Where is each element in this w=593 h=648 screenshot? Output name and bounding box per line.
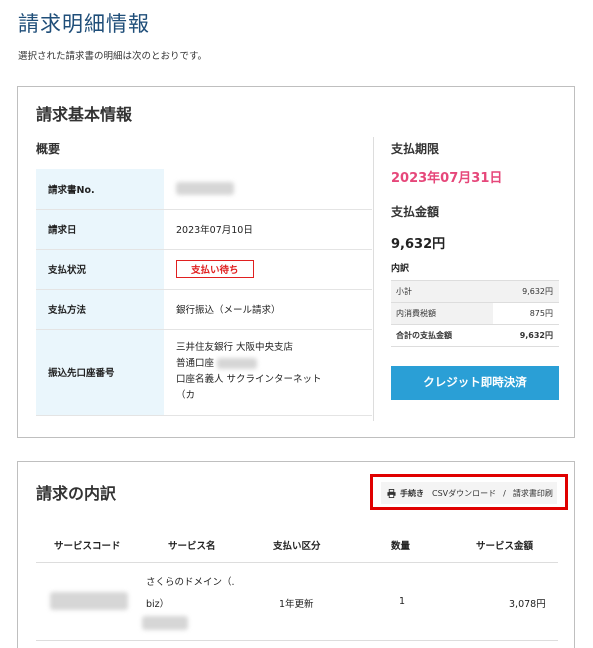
header-divider (36, 562, 558, 563)
credit-payment-button[interactable]: クレジット即時決済 (391, 366, 559, 400)
procedure-highlight: 手続き CSVダウンロード / 請求書印刷 (370, 474, 568, 510)
link-separator: / (503, 488, 506, 498)
redacted-service-detail (142, 616, 188, 630)
status-badge: 支払い待ち (176, 260, 254, 278)
breakdown-table: 小計 9,632円 内消費税額 875円 合計の支払金額 9,632円 (391, 280, 559, 347)
page-description: 選択された請求書の明細は次のとおりです。 (18, 51, 208, 62)
service-payment-type: 1年更新 (279, 599, 314, 610)
col-payment-type: 支払い区分 (273, 541, 321, 552)
payment-method-label: 支払方法 (36, 289, 164, 330)
total-value: 9,632円 (493, 324, 559, 347)
table-row: 請求書No. (36, 169, 372, 210)
service-amount: 3,078円 (509, 599, 546, 610)
tax-label: 内消費税額 (391, 302, 494, 325)
bank-account-label: 振込先口座番号 (36, 329, 164, 416)
col-service-amount: サービス金額 (476, 541, 534, 552)
table-row: 請求日 2023年07月10日 (36, 209, 372, 250)
payment-method-value: 銀行振込（メール請求） (164, 289, 372, 330)
table-row: 支払方法 銀行振込（メール請求） (36, 289, 372, 330)
procedure-bar: 手続き CSVダウンロード / 請求書印刷 (381, 482, 557, 504)
invoice-date-value: 2023年07月10日 (164, 209, 372, 250)
row-divider (36, 640, 558, 641)
invoice-date-label: 請求日 (36, 209, 164, 250)
tax-value: 875円 (493, 302, 559, 325)
breakdown-heading: 内訳 (391, 264, 410, 274)
billing-basic-card: 請求基本情報 概要 請求書No. 請求日 2023年07月10日 支払状況 支払… (17, 86, 575, 438)
details-title: 請求の内訳 (36, 484, 117, 503)
due-date: 2023年07月31日 (391, 171, 503, 186)
table-row: 内消費税額 875円 (391, 302, 559, 325)
service-quantity: 1 (399, 596, 406, 607)
csv-download-link[interactable]: CSVダウンロード (432, 488, 496, 499)
basic-info-title: 請求基本情報 (36, 105, 133, 124)
subtotal-label: 小計 (391, 280, 494, 303)
subtotal-value: 9,632円 (493, 280, 559, 303)
invoice-no-value (164, 169, 372, 210)
table-row: 支払状況 支払い待ち (36, 249, 372, 290)
bank-account-value: 三井住友銀行 大阪中央支店 普通口座 口座名義人 サクラインターネット （カ (164, 329, 372, 416)
due-heading: 支払期限 (391, 142, 440, 156)
account-holder: 口座名義人 サクラインターネット (176, 374, 322, 385)
billing-info-table: 請求書No. 請求日 2023年07月10日 支払状況 支払い待ち 支払方法 銀… (36, 169, 372, 416)
amount-heading: 支払金額 (391, 205, 440, 219)
page-title: 請求明細情報 (18, 12, 150, 36)
account-type: 普通口座 (176, 358, 215, 369)
table-row: 小計 9,632円 (391, 280, 559, 303)
redacted-account-number (217, 358, 258, 369)
bank-name: 三井住友銀行 大阪中央支店 (176, 342, 294, 353)
payment-status-label: 支払状況 (36, 249, 164, 290)
vertical-divider (373, 137, 374, 421)
table-row: 合計の支払金額 9,632円 (391, 324, 559, 347)
table-row: 振込先口座番号 三井住友銀行 大阪中央支店 普通口座 口座名義人 サクラインター… (36, 329, 372, 416)
col-quantity: 数量 (391, 541, 411, 552)
overview-heading: 概要 (36, 142, 61, 156)
account-holder-cont: （カ (176, 390, 196, 401)
total-label: 合計の支払金額 (391, 324, 494, 347)
invoice-print-link[interactable]: 請求書印刷 (513, 488, 553, 499)
redacted-service-code (50, 592, 128, 610)
col-service-name: サービス名 (168, 541, 216, 552)
payment-amount: 9,632円 (391, 237, 446, 252)
billing-details-card: 請求の内訳 手続き CSVダウンロード / 請求書印刷 サービスコード サービス… (17, 461, 575, 648)
service-name-line1: さくらのドメイン（. (146, 577, 235, 588)
procedure-label: 手続き (400, 488, 424, 498)
col-service-code: サービスコード (54, 541, 121, 552)
service-name-line2: biz） (146, 599, 170, 610)
invoice-no-label: 請求書No. (36, 169, 164, 210)
printer-icon (387, 488, 396, 498)
redacted-invoice-no (176, 182, 234, 196)
